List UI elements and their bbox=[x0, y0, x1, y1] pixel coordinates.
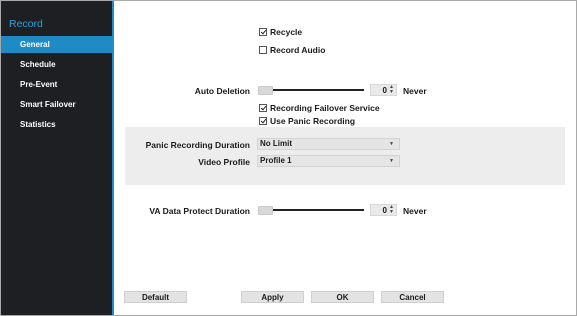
recycle-label: Recycle bbox=[270, 27, 303, 37]
dropdown-arrow-icon: ▼ bbox=[389, 158, 394, 164]
panic-duration-value: No Limit bbox=[260, 139, 292, 148]
slider-track bbox=[258, 89, 364, 91]
cancel-button[interactable]: Cancel bbox=[381, 291, 444, 303]
auto-deletion-spinner[interactable]: 0 ▲ ▼ bbox=[370, 84, 397, 96]
recording-failover-label: Recording Failover Service bbox=[270, 103, 380, 113]
va-protect-suffix: Never bbox=[403, 206, 427, 216]
spinner-arrows-icon[interactable]: ▲ ▼ bbox=[389, 85, 394, 95]
recording-failover-checkbox[interactable]: Recording Failover Service bbox=[259, 103, 380, 113]
record-audio-label: Record Audio bbox=[270, 45, 326, 55]
video-profile-value: Profile 1 bbox=[260, 156, 292, 165]
sidebar-item-statistics[interactable]: Statistics bbox=[1, 116, 112, 133]
sidebar-title: Record bbox=[9, 18, 43, 30]
check-icon bbox=[259, 104, 267, 112]
auto-deletion-slider[interactable] bbox=[258, 86, 364, 95]
va-protect-slider[interactable] bbox=[258, 206, 364, 215]
use-panic-recording-checkbox[interactable]: Use Panic Recording bbox=[259, 116, 355, 126]
video-profile-label: Video Profile bbox=[198, 157, 250, 167]
va-protect-value: 0 bbox=[382, 206, 387, 215]
slider-thumb[interactable] bbox=[258, 86, 273, 95]
dropdown-arrow-icon: ▼ bbox=[389, 141, 394, 147]
auto-deletion-value: 0 bbox=[382, 86, 387, 95]
sidebar-item-general[interactable]: General bbox=[1, 36, 112, 53]
recycle-checkbox[interactable]: Recycle bbox=[259, 27, 302, 37]
panic-duration-select[interactable]: No Limit ▼ bbox=[257, 138, 400, 150]
use-panic-recording-label: Use Panic Recording bbox=[270, 116, 356, 126]
slider-track bbox=[258, 209, 364, 211]
auto-deletion-suffix: Never bbox=[403, 86, 427, 96]
va-protect-label: VA Data Protect Duration bbox=[149, 206, 250, 216]
record-audio-checkbox[interactable]: Record Audio bbox=[259, 45, 325, 55]
sidebar-item-smart-failover[interactable]: Smart Failover bbox=[1, 96, 112, 113]
sidebar-item-schedule[interactable]: Schedule bbox=[1, 56, 112, 73]
apply-button[interactable]: Apply bbox=[241, 291, 304, 303]
spinner-arrows-icon[interactable]: ▲ ▼ bbox=[389, 205, 394, 215]
sidebar: Record General Schedule Pre-Event Smart … bbox=[1, 1, 112, 315]
check-icon bbox=[259, 28, 267, 36]
slider-thumb[interactable] bbox=[258, 206, 273, 215]
checkbox-empty-icon bbox=[259, 46, 267, 54]
va-protect-spinner[interactable]: 0 ▲ ▼ bbox=[370, 204, 397, 216]
video-profile-select[interactable]: Profile 1 ▼ bbox=[257, 155, 400, 167]
auto-deletion-label: Auto Deletion bbox=[194, 86, 250, 96]
ok-button[interactable]: OK bbox=[311, 291, 374, 303]
default-button[interactable]: Default bbox=[124, 291, 187, 303]
check-icon bbox=[259, 117, 267, 125]
sidebar-item-pre-event[interactable]: Pre-Event bbox=[1, 76, 112, 93]
panic-duration-label: Panic Recording Duration bbox=[145, 140, 250, 150]
sidebar-divider bbox=[112, 1, 114, 315]
